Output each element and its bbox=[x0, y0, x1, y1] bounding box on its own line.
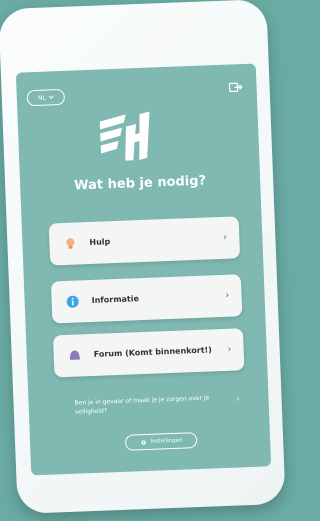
safety-link-text[interactable]: Ben je in gevaar of maak je je zorgen ov… bbox=[74, 393, 215, 416]
gear-icon bbox=[140, 439, 146, 445]
info-icon bbox=[66, 295, 79, 308]
menu-item-label: Informatie bbox=[91, 294, 140, 305]
chevron-down-icon bbox=[48, 95, 54, 100]
language-button[interactable]: NL bbox=[26, 88, 66, 107]
exit-icon[interactable] bbox=[228, 80, 243, 95]
chevron-right-icon: › bbox=[223, 232, 228, 243]
phone-mockup: NL Wat heb je nodig? Hulp › Informatie ›… bbox=[0, 0, 286, 514]
lightbulb-icon bbox=[66, 238, 75, 249]
chevron-right-icon: › bbox=[225, 290, 230, 301]
language-label: NL bbox=[37, 94, 46, 102]
settings-label: Instellingen bbox=[150, 437, 183, 445]
menu-item-label: Hulp bbox=[89, 237, 111, 248]
page-title: Wat heb je nodig? bbox=[74, 173, 207, 194]
menu-item-hulp[interactable]: Hulp › bbox=[48, 216, 241, 266]
menu-item-forum[interactable]: Forum (Komt binnenkort!) › bbox=[52, 328, 245, 378]
chat-icon bbox=[69, 350, 80, 360]
chevron-right-icon: › bbox=[227, 344, 232, 355]
menu-item-informatie[interactable]: Informatie › bbox=[50, 274, 243, 324]
menu-item-label: Forum (Komt binnenkort!) bbox=[93, 345, 213, 359]
app-logo bbox=[99, 111, 150, 161]
chevron-right-icon: › bbox=[236, 394, 240, 404]
app-screen: NL Wat heb je nodig? Hulp › Informatie ›… bbox=[15, 63, 272, 476]
settings-button[interactable]: Instellingen bbox=[124, 432, 198, 451]
